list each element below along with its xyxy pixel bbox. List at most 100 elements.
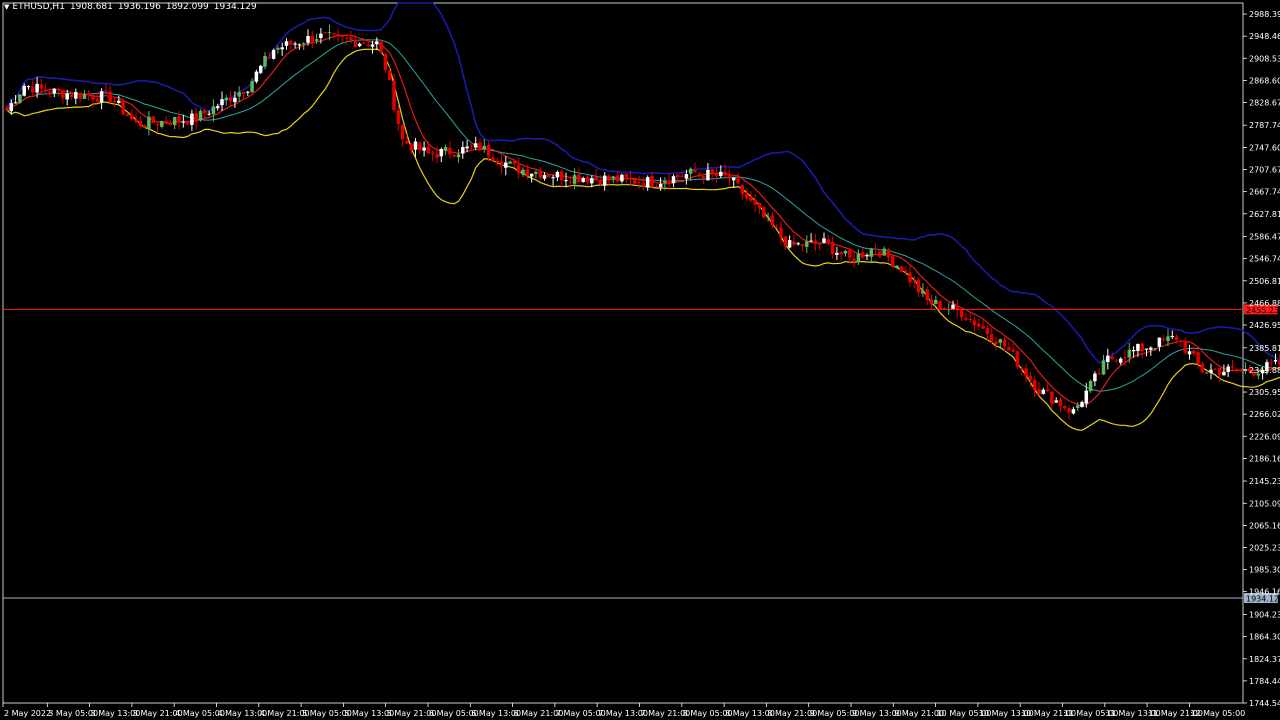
bollinger-middle-band: [6, 39, 1280, 392]
candle-body: [426, 146, 431, 154]
candle-body: [977, 323, 981, 327]
bollinger-lower-band: [6, 48, 1280, 431]
candle-body: [624, 174, 628, 178]
candle-body: [366, 44, 370, 47]
candle-body: [284, 41, 289, 46]
candle-body: [1192, 350, 1196, 354]
candle-body: [78, 92, 82, 99]
candle-body: [194, 113, 198, 122]
y-tick-label: 2305.950: [1249, 388, 1280, 397]
candle-body: [452, 154, 456, 157]
candle-body: [405, 140, 409, 144]
candle-body: [1084, 390, 1089, 404]
candle-body: [237, 92, 241, 97]
candle-body: [147, 116, 151, 129]
y-tick-label: 2908.530: [1249, 54, 1280, 63]
candle-body: [1183, 340, 1187, 353]
candle-body: [921, 290, 925, 294]
candle-body: [796, 243, 800, 245]
candle-body: [108, 91, 112, 102]
y-tick-label: 2105.090: [1249, 499, 1280, 508]
candle-body: [860, 252, 865, 258]
candle-body: [31, 86, 35, 93]
ohlc-close: 1934.129: [213, 2, 257, 12]
ohlc-low: 1892.099: [165, 2, 209, 12]
candle-body: [959, 309, 964, 318]
candle-body: [534, 171, 538, 174]
candle-body: [491, 157, 495, 161]
candle-body: [878, 251, 882, 257]
candle-body: [121, 100, 125, 115]
candle-body: [852, 258, 856, 262]
candle-body: [26, 86, 31, 88]
fast-moving-average: [6, 34, 1280, 407]
candle-body: [1058, 399, 1063, 407]
candle-body: [843, 250, 848, 254]
candle-body: [1114, 360, 1119, 362]
candle-body: [1136, 343, 1140, 351]
candle-body: [869, 249, 874, 257]
candle-body: [387, 71, 392, 81]
candle-body: [989, 334, 994, 342]
candle-body: [1032, 379, 1037, 390]
candle-body: [551, 177, 555, 179]
candle-body: [396, 110, 401, 124]
candle-body: [65, 93, 69, 100]
price-chart[interactable]: 2455.2301934.1292988.3902948.4602908.530…: [0, 0, 1280, 720]
candle-body: [1054, 400, 1058, 403]
candle-body: [1071, 409, 1076, 414]
y-tick-label: 2667.740: [1249, 188, 1280, 197]
candle-body: [241, 91, 246, 94]
candle-body: [185, 120, 190, 125]
candle-body: [357, 43, 362, 47]
candle-body: [310, 35, 315, 43]
candle-body: [1213, 368, 1218, 370]
candle-body: [805, 241, 809, 247]
candle-body: [1226, 366, 1230, 373]
candle-body: [370, 44, 375, 47]
candle-body: [478, 142, 482, 151]
candle-body: [104, 90, 108, 92]
candle-body: [435, 153, 439, 158]
candle-body: [637, 182, 641, 184]
candle-body: [826, 239, 831, 244]
y-tick-label: 2707.670: [1249, 166, 1280, 175]
y-tick-label: 2426.950: [1249, 321, 1280, 330]
candle-body: [602, 175, 607, 186]
candle-body: [353, 39, 358, 47]
candle-body: [56, 89, 61, 91]
candle-body: [620, 174, 624, 182]
candle-body: [74, 92, 78, 99]
candle-body: [916, 280, 921, 293]
candle-body: [1007, 347, 1011, 351]
candle-body: [783, 236, 788, 247]
candle-body: [654, 186, 659, 188]
y-tick-label: 1784.440: [1249, 677, 1280, 686]
candle-body: [473, 143, 478, 148]
candle-body: [82, 94, 87, 99]
candle-body: [740, 185, 745, 195]
candle-body: [891, 255, 895, 267]
candle-body: [319, 33, 323, 38]
candle-body: [676, 174, 680, 178]
candle-body: [1118, 358, 1123, 363]
candle-body: [615, 175, 620, 182]
y-tick-label: 2787.740: [1249, 121, 1280, 130]
candle-body: [1123, 357, 1127, 359]
candle-body: [951, 304, 955, 310]
candle-body: [512, 160, 517, 165]
candle-body: [461, 147, 465, 154]
candle-body: [757, 203, 762, 209]
ohlc-open: 1908.681: [69, 2, 113, 12]
candle-body: [95, 98, 100, 102]
dropdown-triangle-icon[interactable]: ▼: [4, 3, 9, 11]
candle-body: [529, 173, 534, 177]
y-tick-label: 2627.810: [1249, 210, 1280, 219]
y-tick-label: 2506.810: [1249, 277, 1280, 286]
y-tick-label: 1946.160: [1249, 587, 1280, 596]
candle-body: [203, 110, 207, 114]
candle-body: [564, 180, 568, 182]
candle-body: [1024, 368, 1028, 377]
candle-body: [667, 180, 671, 185]
candle-body: [1131, 349, 1136, 352]
